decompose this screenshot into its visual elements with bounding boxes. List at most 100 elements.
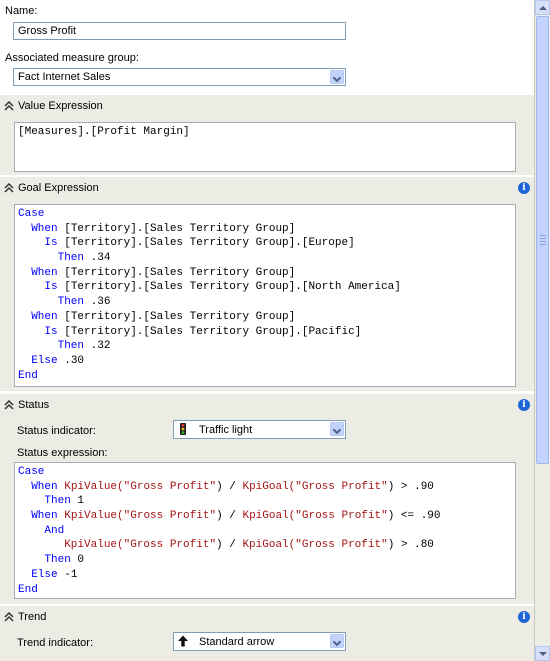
code-token: Case (18, 208, 45, 220)
code-line: And (18, 524, 512, 539)
code-token: .30 (64, 354, 85, 367)
code-token: Is (18, 237, 65, 250)
code-token: Is (18, 281, 65, 294)
status-area: Status indicator: Traffic light Status e… (0, 418, 534, 604)
code-token: Else (18, 354, 65, 367)
trend-indicator-label: Trend indicator: (17, 637, 94, 649)
code-line: [Measures].[Profit Margin] (18, 125, 512, 140)
trend-indicator-dropdown[interactable]: Standard arrow (173, 632, 346, 651)
collapse-chevron-icon[interactable] (4, 612, 14, 622)
code-line: Case (18, 207, 512, 222)
value-expression-editor[interactable]: [Measures].[Profit Margin] (14, 122, 516, 172)
code-line: Then .34 (18, 251, 512, 266)
code-line: Then .36 (18, 295, 512, 310)
code-token: KpiValue( (18, 539, 124, 552)
chevron-down-icon[interactable] (330, 634, 344, 648)
code-token: ) / (216, 480, 243, 493)
trend-indicator-value: Standard arrow (199, 636, 275, 648)
code-token: -1 (64, 568, 78, 581)
name-label: Name: (5, 5, 38, 17)
code-line: Then .32 (18, 339, 512, 354)
code-line: When [Territory].[Sales Territory Group] (18, 266, 512, 281)
code-token: [Territory].[Sales Territory Group] (64, 310, 296, 323)
code-line: KpiValue("Gross Profit") / KpiGoal("Gros… (18, 538, 512, 553)
grip-line (540, 241, 546, 242)
scroll-down-arrow-icon[interactable] (535, 646, 550, 661)
status-indicator-label: Status indicator: (17, 425, 96, 437)
code-token: When (18, 222, 65, 235)
code-line: Then 0 (18, 553, 512, 568)
vertical-scrollbar[interactable] (535, 0, 550, 661)
value-expression-header[interactable]: Value Expression (0, 95, 534, 119)
code-line: Is [Territory].[Sales Territory Group].[… (18, 325, 512, 340)
code-token: 0 (77, 554, 85, 567)
collapse-chevron-icon[interactable] (4, 400, 14, 410)
grip-line (540, 244, 546, 245)
code-token: Then (18, 296, 91, 309)
code-token: ) > .80 (387, 539, 434, 552)
value-expression-area: [Measures].[Profit Margin] (0, 119, 534, 175)
collapse-chevron-icon[interactable] (4, 101, 14, 111)
status-header[interactable]: Status i (0, 394, 534, 418)
code-token: .36 (90, 296, 111, 309)
code-line: When [Territory].[Sales Territory Group] (18, 310, 512, 325)
collapse-chevron-icon[interactable] (4, 183, 14, 193)
code-token: Else (18, 568, 65, 581)
goal-expression-area: Case When [Territory].[Sales Territory G… (0, 201, 534, 391)
code-line: Else .30 (18, 354, 512, 369)
code-token: When (18, 266, 65, 279)
scroll-up-arrow-icon[interactable] (535, 0, 550, 15)
code-token: ) <= .90 (387, 510, 441, 523)
goal-expression-editor[interactable]: Case When [Territory].[Sales Territory G… (14, 204, 516, 387)
code-line: Else -1 (18, 568, 512, 583)
code-line: End (18, 583, 512, 598)
status-expression-editor[interactable]: Case When KpiValue("Gross Profit") / Kpi… (14, 462, 516, 599)
info-icon[interactable]: i (518, 182, 530, 194)
trend-title: Trend (18, 611, 47, 623)
trend-header[interactable]: Trend i (0, 606, 534, 630)
code-token: ) > .90 (387, 480, 434, 493)
chevron-down-icon[interactable] (330, 422, 344, 436)
code-token: End (18, 369, 38, 382)
code-token: [Territory].[Sales Territory Group].[Eur… (64, 237, 355, 250)
code-line: Case (18, 465, 512, 480)
info-icon[interactable]: i (518, 399, 530, 411)
code-token: KpiValue( (64, 510, 124, 523)
up-arrow-icon (178, 635, 188, 647)
code-token: "Gross Profit" (123, 480, 217, 493)
code-token: "Gross Profit" (295, 510, 388, 523)
code-token: "Gross Profit" (295, 480, 388, 493)
code-token: End (18, 583, 38, 596)
kpi-form-panel: Name: Gross Profit Associated measure gr… (0, 0, 535, 661)
code-token: When (18, 480, 65, 493)
code-token: "Gross Profit" (295, 539, 388, 552)
code-token: "Gross Profit" (123, 510, 217, 523)
code-line: When [Territory].[Sales Territory Group] (18, 222, 512, 237)
code-token: ) / (216, 510, 243, 523)
code-line: When KpiValue("Gross Profit") / KpiGoal(… (18, 480, 512, 495)
code-token: Then (18, 554, 78, 567)
name-input[interactable]: Gross Profit (13, 22, 346, 40)
code-line: Is [Territory].[Sales Territory Group].[… (18, 280, 512, 295)
status-indicator-dropdown[interactable]: Traffic light (173, 420, 346, 439)
code-line: Then 1 (18, 494, 512, 509)
measure-group-dropdown[interactable]: Fact Internet Sales (13, 68, 346, 86)
code-token: Then (18, 495, 78, 508)
code-token: .34 (90, 252, 111, 265)
scrollbar-thumb[interactable] (536, 16, 549, 464)
chevron-down-icon[interactable] (330, 70, 344, 84)
code-token: 1 (77, 495, 85, 508)
code-token: When (18, 510, 65, 523)
code-token: Then (18, 252, 91, 265)
code-token: And (18, 524, 65, 537)
value-expression-title: Value Expression (18, 100, 103, 112)
info-icon[interactable]: i (518, 611, 530, 623)
goal-expression-title: Goal Expression (18, 182, 99, 194)
code-token: [Territory].[Sales Territory Group].[Pac… (64, 325, 362, 338)
code-token: When (18, 310, 65, 323)
trend-area: Trend indicator: Standard arrow (0, 630, 534, 661)
code-token: Case (18, 466, 45, 478)
goal-expression-header[interactable]: Goal Expression i (0, 177, 534, 201)
code-token: [Territory].[Sales Territory Group].[Nor… (64, 281, 401, 294)
measure-group-label: Associated measure group: (5, 52, 139, 64)
